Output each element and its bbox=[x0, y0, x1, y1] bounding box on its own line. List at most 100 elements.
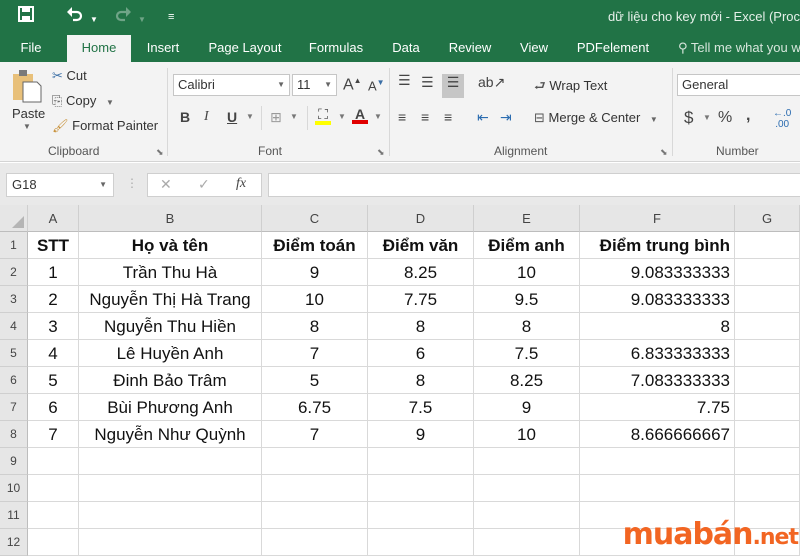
cell-d10[interactable] bbox=[368, 475, 474, 502]
cell-c8[interactable]: 7 bbox=[262, 421, 368, 448]
save-icon[interactable] bbox=[18, 6, 34, 28]
align-center-icon[interactable]: ≡ bbox=[421, 109, 429, 125]
cell-a3[interactable]: 2 bbox=[28, 286, 79, 313]
font-color-dropdown-icon[interactable]: ▼ bbox=[374, 112, 382, 121]
tab-page-layout[interactable]: Page Layout bbox=[203, 35, 287, 62]
tab-formulas[interactable]: Formulas bbox=[303, 35, 369, 62]
cell-g8[interactable] bbox=[735, 421, 800, 448]
cell-f4[interactable]: 8 bbox=[580, 313, 735, 340]
insert-function-icon[interactable]: fx bbox=[236, 176, 246, 192]
row-header-9[interactable]: 9 bbox=[0, 448, 28, 475]
row-header-4[interactable]: 4 bbox=[0, 313, 28, 340]
tab-insert[interactable]: Insert bbox=[140, 35, 186, 62]
cut-button[interactable]: ✂ Cut bbox=[52, 68, 87, 84]
cell-d3[interactable]: 7.75 bbox=[368, 286, 474, 313]
cell-a8[interactable]: 7 bbox=[28, 421, 79, 448]
cell-e9[interactable] bbox=[474, 448, 580, 475]
cell-a11[interactable] bbox=[28, 502, 79, 529]
cell-b5[interactable]: Lê Huyền Anh bbox=[79, 340, 262, 367]
currency-button[interactable]: $ bbox=[684, 108, 693, 128]
merge-dropdown-icon[interactable]: ▼ bbox=[650, 115, 658, 124]
row-header-2[interactable]: 2 bbox=[0, 259, 28, 286]
cell-a2[interactable]: 1 bbox=[28, 259, 79, 286]
percent-button[interactable]: % bbox=[718, 109, 732, 127]
underline-button[interactable]: U bbox=[227, 109, 237, 125]
cell-b2[interactable]: Trần Thu Hà bbox=[79, 259, 262, 286]
cell-e3[interactable]: 9.5 bbox=[474, 286, 580, 313]
cell-d12[interactable] bbox=[368, 529, 474, 556]
tab-pdfelement[interactable]: PDFelement bbox=[572, 35, 654, 62]
cell-e7[interactable]: 9 bbox=[474, 394, 580, 421]
cell-b11[interactable] bbox=[79, 502, 262, 529]
middle-align-icon[interactable]: ☰ bbox=[421, 74, 434, 91]
cell-d4[interactable]: 8 bbox=[368, 313, 474, 340]
decrease-indent-icon[interactable]: ⇤ bbox=[477, 109, 489, 126]
tab-home[interactable]: Home bbox=[67, 35, 131, 62]
cell-b12[interactable] bbox=[79, 529, 262, 556]
paste-dropdown-icon[interactable]: ▼ bbox=[23, 122, 31, 131]
chevron-down-icon[interactable]: ▼ bbox=[99, 174, 107, 196]
cell-d8[interactable]: 9 bbox=[368, 421, 474, 448]
orientation-icon[interactable]: ab↗ bbox=[478, 74, 505, 91]
cell-b8[interactable]: Nguyễn Như Quỳnh bbox=[79, 421, 262, 448]
tab-review[interactable]: Review bbox=[444, 35, 496, 62]
clipboard-dialog-launcher-icon[interactable]: ⬊ bbox=[156, 147, 164, 158]
header-cell[interactable]: Họ và tên bbox=[79, 232, 262, 259]
borders-dropdown-icon[interactable]: ▼ bbox=[290, 112, 298, 121]
font-name-dropdown[interactable]: Calibri ▼ bbox=[173, 74, 290, 96]
underline-dropdown-icon[interactable]: ▼ bbox=[246, 112, 254, 121]
undo-icon[interactable] bbox=[66, 6, 84, 28]
cell-c7[interactable]: 6.75 bbox=[262, 394, 368, 421]
column-header-b[interactable]: B bbox=[79, 205, 262, 232]
cell-e5[interactable]: 7.5 bbox=[474, 340, 580, 367]
cell-d11[interactable] bbox=[368, 502, 474, 529]
cell-f9[interactable] bbox=[580, 448, 735, 475]
increase-indent-icon[interactable]: ⇥ bbox=[500, 109, 512, 126]
cell-b10[interactable] bbox=[79, 475, 262, 502]
column-header-d[interactable]: D bbox=[368, 205, 474, 232]
cell-c12[interactable] bbox=[262, 529, 368, 556]
borders-icon[interactable]: ⊞ bbox=[270, 109, 282, 126]
fill-dropdown-icon[interactable]: ▼ bbox=[338, 112, 346, 121]
tell-me-search[interactable]: ⚲ Tell me what you w bbox=[678, 35, 800, 61]
redo-icon[interactable] bbox=[114, 6, 132, 28]
cell-g2[interactable] bbox=[735, 259, 800, 286]
cell-f10[interactable] bbox=[580, 475, 735, 502]
header-cell[interactable] bbox=[735, 232, 800, 259]
copy-dropdown-icon[interactable]: ▼ bbox=[106, 98, 114, 107]
paste-icon[interactable] bbox=[10, 68, 44, 106]
cell-d5[interactable]: 6 bbox=[368, 340, 474, 367]
column-header-c[interactable]: C bbox=[262, 205, 368, 232]
header-cell[interactable]: Điểm anh bbox=[474, 232, 580, 259]
merge-center-button[interactable]: ⊟ Merge & Center ▼ bbox=[534, 110, 658, 126]
align-right-icon[interactable]: ≡ bbox=[444, 109, 452, 125]
number-format-dropdown[interactable]: General bbox=[677, 74, 800, 96]
row-header-10[interactable]: 10 bbox=[0, 475, 28, 502]
cell-a12[interactable] bbox=[28, 529, 79, 556]
column-header-g[interactable]: G bbox=[735, 205, 800, 232]
cell-f6[interactable]: 7.083333333 bbox=[580, 367, 735, 394]
cell-f2[interactable]: 9.083333333 bbox=[580, 259, 735, 286]
font-size-dropdown[interactable]: 11 ▼ bbox=[292, 74, 337, 96]
italic-button[interactable]: I bbox=[204, 109, 209, 125]
column-header-f[interactable]: F bbox=[580, 205, 735, 232]
copy-button[interactable]: ⎘ Copy ▼ bbox=[52, 93, 114, 109]
cell-c10[interactable] bbox=[262, 475, 368, 502]
tab-data[interactable]: Data bbox=[386, 35, 426, 62]
row-header-12[interactable]: 12 bbox=[0, 529, 28, 556]
cell-a6[interactable]: 5 bbox=[28, 367, 79, 394]
cell-f7[interactable]: 7.75 bbox=[580, 394, 735, 421]
bottom-align-icon[interactable]: ☰ bbox=[442, 74, 464, 98]
cell-g7[interactable] bbox=[735, 394, 800, 421]
wrap-text-button[interactable]: ⮐ Wrap Text bbox=[534, 77, 607, 99]
cell-e8[interactable]: 10 bbox=[474, 421, 580, 448]
enter-icon[interactable]: ✓ bbox=[198, 176, 210, 193]
cell-e12[interactable] bbox=[474, 529, 580, 556]
comma-button[interactable]: , bbox=[746, 107, 750, 125]
row-header-8[interactable]: 8 bbox=[0, 421, 28, 448]
shrink-font-button[interactable]: A▼ bbox=[368, 78, 385, 93]
font-color-button[interactable]: A bbox=[352, 106, 368, 124]
cell-g4[interactable] bbox=[735, 313, 800, 340]
cell-g3[interactable] bbox=[735, 286, 800, 313]
cell-g10[interactable] bbox=[735, 475, 800, 502]
